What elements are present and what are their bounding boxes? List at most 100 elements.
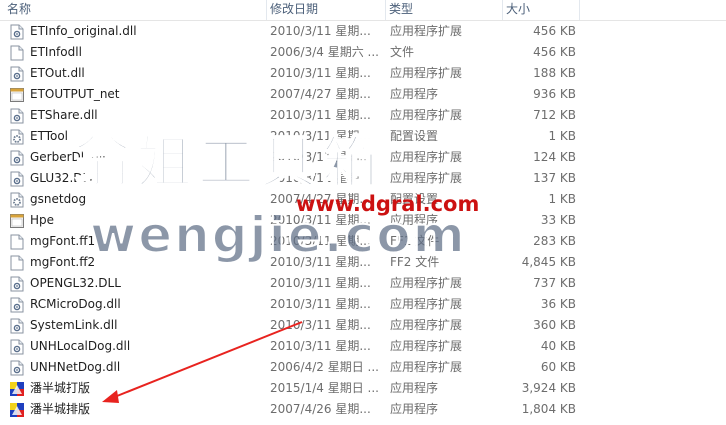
file-row[interactable]: RCMicroDog.dll 2010/3/11 星期... 应用程序扩展 36 KB [0,294,726,315]
file-name: mgFont.ff2 [30,255,96,269]
file-name: ETOUTPUT_net [30,87,120,101]
file-type: 应用程序扩展 [390,150,463,164]
file-type: 应用程序 [390,213,439,227]
settings-file-icon [10,129,24,145]
file-row[interactable]: SystemLink.dll 2010/3/11 星期... 应用程序扩展 360 K… [0,315,726,336]
file-date: 2007/4/27 星期... [270,192,371,206]
file-type: 应用程序扩展 [390,318,463,332]
dll-icon [10,150,24,166]
file-date: 2010/3/11 星期... [270,129,371,143]
file-type: 应用程序扩展 [390,24,463,38]
file-row[interactable]: mgFont.ff1 2010/3/11 星期... FF1 文件 283 KB [0,231,726,252]
file-icon [10,234,24,250]
file-size: 124 KB [533,150,576,164]
file-name: UNHLocalDog.dll [30,339,131,353]
file-icon [10,255,24,271]
file-size: 936 KB [533,87,576,101]
file-name: ETInfodll [30,45,82,59]
file-row[interactable]: GerberDll.dll 2010/3/11 星期... 应用程序扩展 124 KB [0,147,726,168]
file-row[interactable]: UNHNetDog.dll 2006/4/2 星期日 ... 应用程序扩展 60 KB [0,357,726,378]
file-row[interactable]: ETOut.dll 2010/3/11 星期... 应用程序扩展 188 KB [0,63,726,84]
file-date: 2010/3/11 星期... [270,66,371,80]
file-row[interactable]: ETInfo_original.dll 2010/3/11 星期... 应用程序扩展… [0,21,726,42]
file-name: ETInfo_original.dll [30,24,137,38]
file-date: 2007/4/26 星期... [270,402,371,416]
file-row[interactable]: OPENGL32.DLL 2010/3/11 星期... 应用程序扩展 737 KB [0,273,726,294]
dll-icon [10,108,24,124]
column-header-bar: 名称 修改日期 类型 大小 [0,0,726,21]
file-type: 应用程序 [390,87,439,101]
file-type: FF1 文件 [390,234,440,248]
file-type: 应用程序 [390,402,439,416]
file-type: 应用程序扩展 [390,171,463,185]
file-icon [10,45,24,61]
file-type: 应用程序 [390,381,439,395]
file-row[interactable]: 潘半城排版 2007/4/26 星期... 应用程序 1,804 KB [0,399,726,420]
file-row[interactable]: GLU32.DLL 2010/3/11 星期... 应用程序扩展 137 KB [0,168,726,189]
file-type: 文件 [390,45,415,59]
file-row[interactable]: ETInfodll 2006/3/4 星期六 ... 文件 456 KB [0,42,726,63]
column-header-size[interactable]: 大小 [503,0,579,20]
exe-icon [10,87,24,103]
file-name: Hpe [30,213,55,227]
file-row[interactable]: ETTool 2010/3/11 星期... 配置设置 1 KB [0,126,726,147]
file-date: 2010/3/11 星期... [270,297,371,311]
file-type: 应用程序扩展 [390,108,463,122]
file-date: 2015/1/4 星期日 ... [270,381,379,395]
file-date: 2010/3/11 星期... [270,255,371,269]
file-size: 60 KB [540,360,576,374]
settings-file-icon [10,192,24,208]
file-type: 配置设置 [390,192,439,206]
file-row[interactable]: mgFont.ff2 2010/3/11 星期... FF2 文件 4,845 KB [0,252,726,273]
dll-icon [10,24,24,40]
file-size: 283 KB [533,234,576,248]
file-row[interactable]: UNHLocalDog.dll 2010/3/11 星期... 应用程序扩展 40 K… [0,336,726,357]
exe-icon [10,213,24,229]
file-size: 1,804 KB [521,402,576,416]
file-size: 737 KB [533,276,576,290]
file-size: 4,845 KB [521,255,576,269]
file-type: 配置设置 [390,129,439,143]
file-date: 2010/3/11 星期... [270,213,371,227]
file-date: 2010/3/11 星期... [270,276,371,290]
file-name: SystemLink.dll [30,318,118,332]
dll-icon [10,339,24,355]
dll-icon [10,318,24,334]
file-row[interactable]: ETShare.dll 2010/3/11 星期... 应用程序扩展 712 KB [0,105,726,126]
file-name: 潘半城打版 [30,381,91,395]
file-date: 2010/3/11 星期... [270,318,371,332]
column-header-type[interactable]: 类型 [386,0,502,20]
column-divider[interactable] [579,0,580,20]
dll-icon [10,297,24,313]
file-row[interactable]: ETOUTPUT_net 2007/4/27 星期... 应用程序 936 KB [0,84,726,105]
file-date: 2010/3/11 星期... [270,234,371,248]
file-size: 40 KB [540,339,576,353]
file-type: 应用程序扩展 [390,276,463,290]
dll-icon [10,66,24,82]
file-type: 应用程序扩展 [390,339,463,353]
file-size: 137 KB [533,171,576,185]
file-name: GLU32.DLL [30,171,96,185]
file-size: 3,924 KB [521,381,576,395]
file-name: RCMicroDog.dll [30,297,121,311]
file-date: 2010/3/11 星期... [270,108,371,122]
column-header-date[interactable]: 修改日期 [267,0,385,20]
file-list: ETInfo_original.dll 2010/3/11 星期... 应用程序扩展… [0,21,726,420]
file-size: 360 KB [533,318,576,332]
file-name: mgFont.ff1 [30,234,96,248]
file-size: 456 KB [533,45,576,59]
file-date: 2006/4/2 星期日 ... [270,360,379,374]
file-size: 712 KB [533,108,576,122]
file-size: 33 KB [540,213,576,227]
file-size: 188 KB [533,66,576,80]
file-size: 1 KB [548,129,576,143]
dll-icon [10,360,24,376]
file-date: 2010/3/11 星期... [270,150,371,164]
file-row[interactable]: gsnetdog 2007/4/27 星期... 配置设置 1 KB [0,189,726,210]
column-header-name[interactable]: 名称 [4,0,266,20]
file-date: 2010/3/11 星期... [270,339,371,353]
file-row[interactable]: 潘半城打版 2015/1/4 星期日 ... 应用程序 3,924 KB [0,378,726,399]
dll-icon [10,276,24,292]
file-row[interactable]: Hpe 2010/3/11 星期... 应用程序 33 KB [0,210,726,231]
file-type: FF2 文件 [390,255,440,269]
